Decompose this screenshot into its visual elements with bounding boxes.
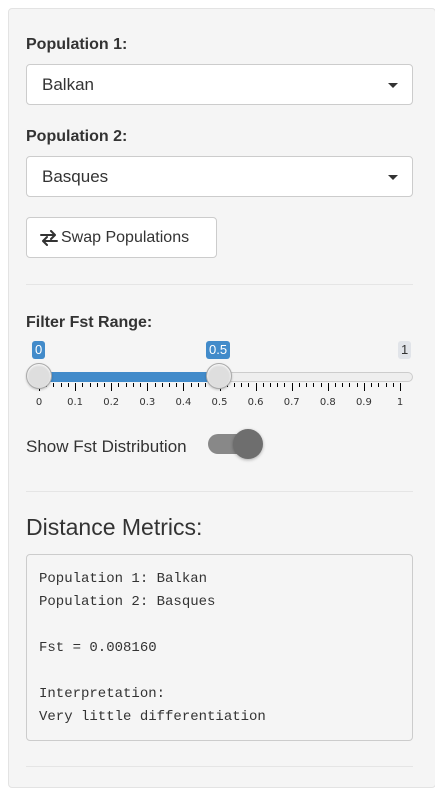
- fst-slider-to-handle[interactable]: [206, 363, 232, 389]
- grid-minor-tick: [53, 383, 55, 387]
- grid-major-tick: [147, 383, 149, 391]
- grid-minor-tick: [335, 383, 337, 387]
- population1-selected-value: Balkan: [42, 75, 94, 94]
- grid-minor-tick: [262, 383, 264, 387]
- grid-major-tick: [291, 383, 293, 391]
- grid-minor-tick: [190, 383, 192, 387]
- grid-minor-tick: [168, 383, 170, 387]
- grid-tick-label: 1: [396, 397, 404, 408]
- divider: [26, 491, 413, 492]
- grid-major-tick: [363, 383, 365, 391]
- exchange-icon: [40, 229, 58, 246]
- divider: [26, 284, 413, 285]
- grid-minor-tick: [371, 383, 373, 387]
- grid-minor-tick: [132, 383, 134, 387]
- grid-minor-tick: [197, 383, 199, 387]
- population2-select[interactable]: Basques: [26, 156, 413, 197]
- slider-to-label: 0.5: [206, 341, 231, 359]
- grid-minor-tick: [378, 383, 380, 387]
- grid-minor-tick: [140, 383, 142, 387]
- grid-tick-label: 0.6: [247, 397, 264, 408]
- grid-tick-label: 0.5: [211, 397, 228, 408]
- grid-tick-label: 0.8: [319, 397, 336, 408]
- population2-selected-value: Basques: [42, 167, 109, 186]
- grid-minor-tick: [298, 383, 300, 387]
- grid-minor-tick: [161, 383, 163, 387]
- grid-tick-label: 0.3: [139, 397, 156, 408]
- grid-minor-tick: [233, 383, 235, 387]
- grid-minor-tick: [349, 383, 351, 387]
- slider-from-label: 0: [32, 341, 46, 359]
- grid-minor-tick: [82, 383, 84, 387]
- swap-populations-button[interactable]: Swap Populations: [26, 217, 217, 258]
- grid-tick-label: 0.4: [175, 397, 192, 408]
- grid-minor-tick: [154, 383, 156, 387]
- grid-minor-tick: [118, 383, 120, 387]
- fst-slider-from-handle[interactable]: [26, 363, 52, 389]
- grid-tick-label: 0.7: [283, 397, 300, 408]
- caret-down-icon: [388, 83, 398, 88]
- distance-metrics-heading: Distance Metrics:: [26, 514, 203, 540]
- fst-distribution-label: Show Fst Distribution: [26, 437, 187, 456]
- grid-minor-tick: [385, 383, 387, 387]
- grid-minor-tick: [284, 383, 286, 387]
- grid-tick-label: 0.2: [103, 397, 120, 408]
- fst-distribution-toggle-knob[interactable]: [233, 429, 263, 459]
- grid-minor-tick: [248, 383, 250, 387]
- grid-minor-tick: [356, 383, 358, 387]
- fst-slider-range-bar: [39, 372, 219, 382]
- population1-select[interactable]: Balkan: [26, 64, 413, 105]
- grid-minor-tick: [96, 383, 98, 387]
- grid-tick-label: 0: [35, 397, 43, 408]
- grid-minor-tick: [89, 383, 91, 387]
- grid-minor-tick: [270, 383, 272, 387]
- grid-minor-tick: [125, 383, 127, 387]
- grid-minor-tick: [320, 383, 322, 387]
- grid-minor-tick: [306, 383, 308, 387]
- grid-major-tick: [111, 383, 113, 391]
- divider: [26, 766, 413, 767]
- grid-minor-tick: [205, 383, 207, 387]
- grid-major-tick: [400, 383, 401, 391]
- grid-tick-label: 0.9: [355, 397, 372, 408]
- grid-minor-tick: [176, 383, 178, 387]
- grid-tick-label: 0.1: [67, 397, 84, 408]
- grid-minor-tick: [277, 383, 279, 387]
- grid-major-tick: [327, 383, 329, 391]
- fst-filter-label: Filter Fst Range:: [26, 314, 153, 331]
- population2-label: Population 2:: [26, 128, 128, 145]
- grid-minor-tick: [60, 383, 62, 387]
- slider-max-label: 1: [398, 341, 412, 359]
- grid-minor-tick: [392, 383, 394, 387]
- grid-minor-tick: [241, 383, 243, 387]
- grid-minor-tick: [342, 383, 344, 387]
- grid-minor-tick: [313, 383, 315, 387]
- population1-label: Population 1:: [26, 36, 128, 53]
- distance-metrics-output: Population 1: Balkan Population 2: Basqu…: [26, 554, 413, 741]
- grid-major-tick: [255, 383, 257, 391]
- grid-minor-tick: [103, 383, 105, 387]
- grid-major-tick: [75, 383, 77, 391]
- caret-down-icon: [388, 175, 398, 180]
- grid-major-tick: [183, 383, 185, 391]
- swap-populations-label: Swap Populations: [61, 228, 190, 246]
- grid-minor-tick: [67, 383, 69, 387]
